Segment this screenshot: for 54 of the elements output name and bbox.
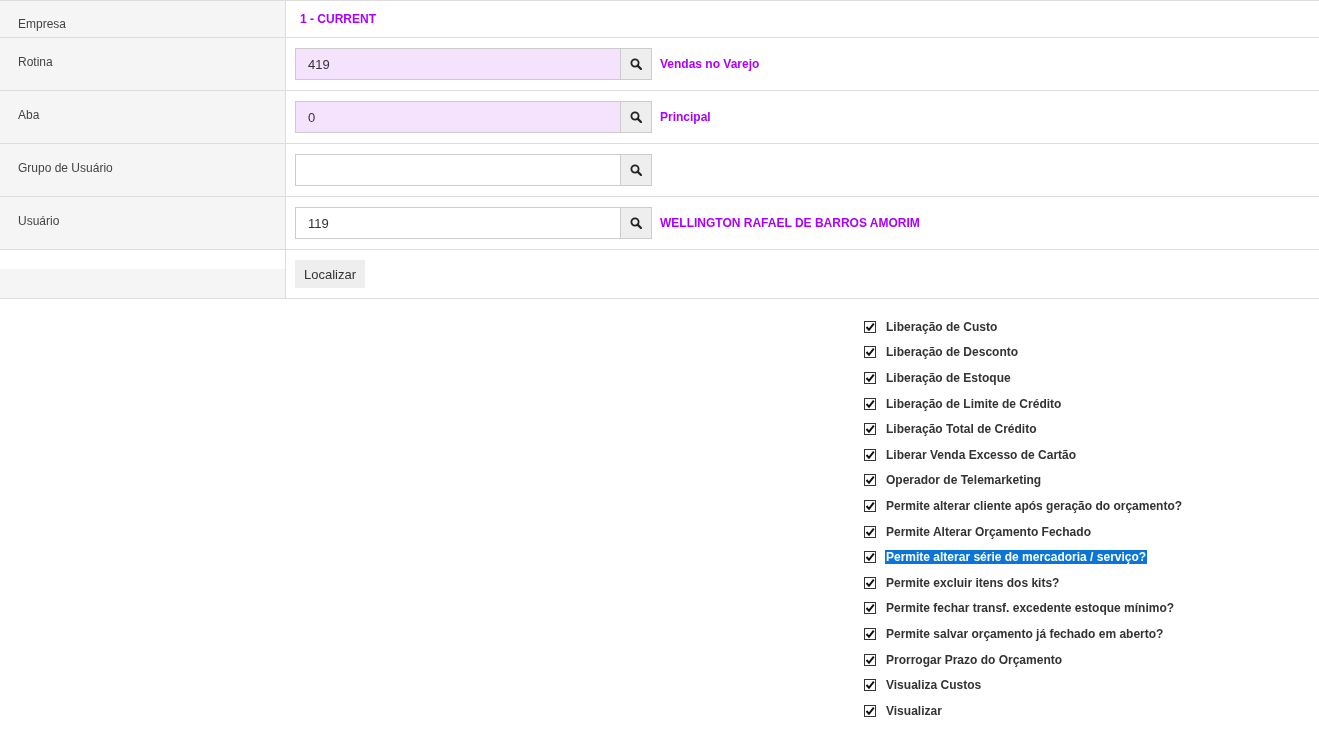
checkbox[interactable] <box>864 653 876 666</box>
checkbox-label[interactable]: Liberar Venda Excesso de Cartão <box>885 447 1078 462</box>
search-icon <box>630 217 642 229</box>
field-label: Aba <box>18 108 40 122</box>
checkbox-label[interactable]: Permite excluir itens dos kits? <box>885 575 1061 590</box>
checkbox-label[interactable]: Operador de Telemarketing <box>885 473 1043 488</box>
checkbox-label[interactable]: Permite Alterar Orçamento Fechado <box>885 524 1092 539</box>
checkbox[interactable] <box>864 372 876 384</box>
input-field[interactable]: 419 <box>295 48 620 80</box>
checkbox-label[interactable]: Liberação de Custo <box>885 319 999 334</box>
checkbox-label[interactable]: Permite salvar orçamento já fechado em aberto? <box>885 626 1165 641</box>
checkbox[interactable] <box>864 525 876 538</box>
checkbox[interactable] <box>864 679 876 692</box>
field-label: Grupo de Usuário <box>18 161 113 175</box>
search-button[interactable] <box>620 101 652 133</box>
checkbox-label[interactable]: Liberação de Estoque <box>885 371 1012 385</box>
field-label: Empresa <box>18 17 67 31</box>
search-submit-button[interactable]: Localizar <box>295 260 366 288</box>
checkbox[interactable] <box>864 448 876 461</box>
checkbox-label[interactable]: Visualizar <box>885 703 943 718</box>
input-field[interactable] <box>295 154 620 186</box>
search-icon <box>630 111 642 123</box>
checkbox-label[interactable]: Permite fechar transf. excedente estoque mínimo? <box>885 601 1176 616</box>
checkbox[interactable] <box>864 704 876 717</box>
checkbox-label[interactable]: Liberação de Limite de Crédito <box>885 396 1063 411</box>
checkbox[interactable] <box>864 551 876 564</box>
checkbox-label[interactable]: Permite alterar série de mercadoria / serviço? <box>885 550 1148 565</box>
search-button[interactable] <box>620 48 652 80</box>
checkbox[interactable] <box>864 602 876 615</box>
checkbox-label[interactable]: Visualiza Custos <box>885 678 983 693</box>
search-icon <box>630 58 642 70</box>
checkbox[interactable] <box>864 346 876 359</box>
lookup-description: Vendas no Varejo <box>660 57 760 71</box>
lookup-description: WELLINGTON RAFAEL DE BARROS AMORIM <box>660 216 920 230</box>
checkbox-label[interactable]: Prorrogar Prazo do Orçamento <box>885 652 1064 667</box>
lookup-description: Principal <box>660 110 711 124</box>
checkbox-label[interactable]: Permite alterar cliente após geração do orçamento? <box>885 498 1184 513</box>
search-button[interactable] <box>620 154 652 186</box>
field-value: 1 - CURRENT <box>300 12 376 26</box>
checkbox[interactable] <box>864 320 876 333</box>
search-icon <box>630 164 642 176</box>
checkbox-label[interactable]: Liberação de Desconto <box>885 345 1020 360</box>
checkbox[interactable] <box>864 474 876 487</box>
checkbox-label[interactable]: Liberação Total de Crédito <box>885 422 1038 437</box>
field-label: Rotina <box>18 55 53 69</box>
checkbox[interactable] <box>864 627 876 640</box>
input-field[interactable]: 119 <box>295 207 620 239</box>
search-button[interactable] <box>620 207 652 239</box>
checkbox[interactable] <box>864 576 876 589</box>
checkbox[interactable] <box>864 397 876 410</box>
field-label: Usuário <box>18 214 60 228</box>
checkbox[interactable] <box>864 423 876 436</box>
checkbox[interactable] <box>864 499 876 512</box>
input-field[interactable]: 0 <box>295 101 620 133</box>
